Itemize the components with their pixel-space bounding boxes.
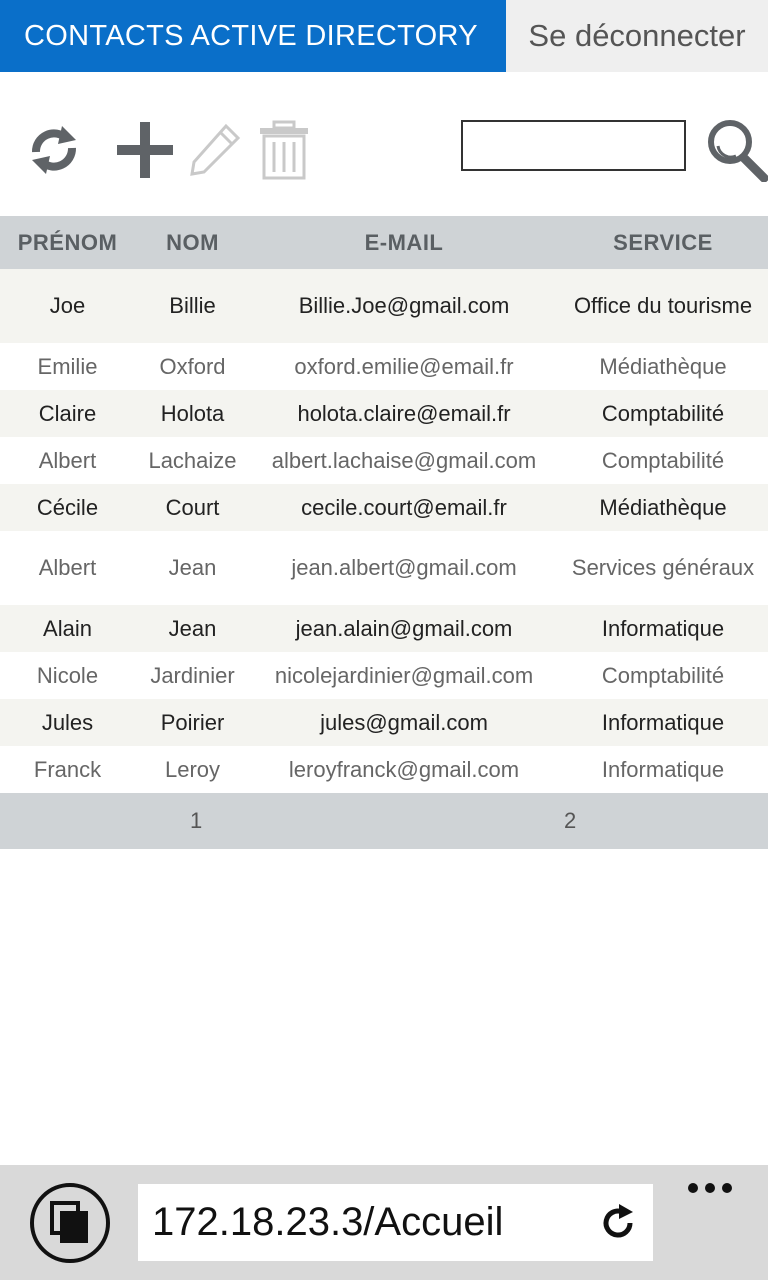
- page-link-2[interactable]: 2: [564, 808, 576, 834]
- cell-nom: Lachaize: [148, 447, 237, 473]
- cell-prenom: Joe: [49, 293, 86, 318]
- cell-email: albert.lachaise@gmail.com: [271, 447, 537, 473]
- table-row[interactable]: Joe Billie Billie.Joe@gmail.com Office d…: [0, 269, 768, 343]
- cell-service: Comptabilité: [601, 447, 725, 473]
- cell-nom: Holota: [160, 400, 225, 426]
- table-row[interactable]: Claire Holota holota.claire@email.fr Com…: [0, 390, 768, 437]
- cell-prenom: Albert: [38, 447, 97, 473]
- app-header: CONTACTS ACTIVE DIRECTORY Se déconnecter: [0, 0, 768, 72]
- contacts-table: PRÉNOM NOM E-MAIL SERVICE Joe Billie Bil…: [0, 216, 768, 849]
- cell-nom: Billie: [169, 293, 216, 318]
- browser-bar: 172.18.23.3/Accueil: [0, 1165, 768, 1280]
- cell-email: holota.claire@email.fr: [297, 400, 511, 426]
- cell-email: jean.albert@gmail.com: [291, 555, 517, 580]
- cell-service: Informatique: [601, 709, 725, 735]
- column-header-email[interactable]: E-MAIL: [250, 230, 558, 256]
- address-bar[interactable]: 172.18.23.3/Accueil: [138, 1184, 653, 1261]
- cell-service: Informatique: [601, 756, 725, 782]
- cell-nom: Leroy: [164, 756, 221, 782]
- cell-service: Médiathèque: [599, 494, 727, 520]
- app-title: CONTACTS ACTIVE DIRECTORY: [0, 0, 506, 72]
- pencil-icon: [190, 123, 241, 176]
- cell-nom: Jardinier: [150, 662, 235, 688]
- cell-prenom: Emilie: [37, 353, 98, 379]
- toolbar: [0, 110, 768, 190]
- cell-email: jean.alain@gmail.com: [295, 615, 513, 641]
- search-icon[interactable]: [706, 116, 768, 183]
- cell-email: cecile.court@email.fr: [301, 494, 507, 520]
- cell-service: Services généraux: [571, 555, 755, 580]
- column-header-prenom[interactable]: PRÉNOM: [0, 230, 135, 256]
- page: CONTACTS ACTIVE DIRECTORY Se déconnecter: [0, 0, 768, 1280]
- table-row[interactable]: Albert Lachaize albert.lachaise@gmail.co…: [0, 437, 768, 484]
- page-link-1[interactable]: 1: [190, 808, 202, 834]
- cell-prenom: Nicole: [36, 662, 99, 688]
- table-row[interactable]: Cécile Court cecile.court@email.fr Média…: [0, 484, 768, 531]
- edit-button[interactable]: [184, 118, 248, 182]
- table-row[interactable]: Franck Leroy leroyfranck@gmail.com Infor…: [0, 746, 768, 793]
- cell-prenom: Claire: [38, 400, 97, 426]
- cell-email: nicolejardinier@gmail.com: [274, 662, 534, 688]
- cell-email: jules@gmail.com: [320, 709, 488, 735]
- delete-button[interactable]: [252, 118, 316, 182]
- column-header-service[interactable]: SERVICE: [558, 230, 768, 256]
- add-button[interactable]: [113, 118, 177, 182]
- cell-service: Médiathèque: [599, 353, 727, 379]
- cell-prenom: Alain: [43, 615, 92, 641]
- cell-email: oxford.emilie@email.fr: [294, 353, 514, 379]
- cell-service: Office du tourisme: [573, 293, 753, 318]
- cell-nom: Jean: [168, 615, 217, 641]
- refresh-icon[interactable]: [22, 118, 86, 182]
- cell-service: Comptabilité: [601, 662, 725, 688]
- pagination: 1 2: [0, 793, 768, 849]
- url-text: 172.18.23.3/Accueil: [152, 1200, 504, 1244]
- cell-prenom: Albert: [38, 555, 97, 580]
- cell-prenom: Franck: [33, 756, 102, 782]
- column-header-nom[interactable]: NOM: [135, 230, 250, 256]
- table-header: PRÉNOM NOM E-MAIL SERVICE: [0, 216, 768, 269]
- table-row[interactable]: Nicole Jardinier nicolejardinier@gmail.c…: [0, 652, 768, 699]
- trash-icon: [260, 120, 308, 180]
- table-row[interactable]: Alain Jean jean.alain@gmail.com Informat…: [0, 605, 768, 652]
- cell-service: Informatique: [601, 615, 725, 641]
- cell-email: leroyfranck@gmail.com: [288, 756, 520, 782]
- reload-icon[interactable]: [597, 1202, 639, 1244]
- tabs-icon[interactable]: [30, 1183, 110, 1263]
- cell-nom: Court: [165, 494, 220, 520]
- cell-email: Billie.Joe@gmail.com: [298, 293, 510, 318]
- search-input[interactable]: [461, 120, 686, 171]
- cell-prenom: Jules: [41, 709, 94, 735]
- cell-nom: Poirier: [160, 709, 225, 735]
- cell-nom: Oxford: [159, 353, 226, 379]
- cell-prenom: Cécile: [36, 494, 99, 520]
- logout-button[interactable]: Se déconnecter: [506, 0, 768, 72]
- table-row[interactable]: Jules Poirier jules@gmail.com Informatiq…: [0, 699, 768, 746]
- cell-nom: Jean: [168, 555, 217, 580]
- table-row[interactable]: Emilie Oxford oxford.emilie@email.fr Méd…: [0, 343, 768, 390]
- cell-service: Comptabilité: [601, 400, 725, 426]
- plus-icon: [117, 122, 173, 178]
- table-row[interactable]: Albert Jean jean.albert@gmail.com Servic…: [0, 531, 768, 605]
- more-icon[interactable]: [686, 1175, 736, 1201]
